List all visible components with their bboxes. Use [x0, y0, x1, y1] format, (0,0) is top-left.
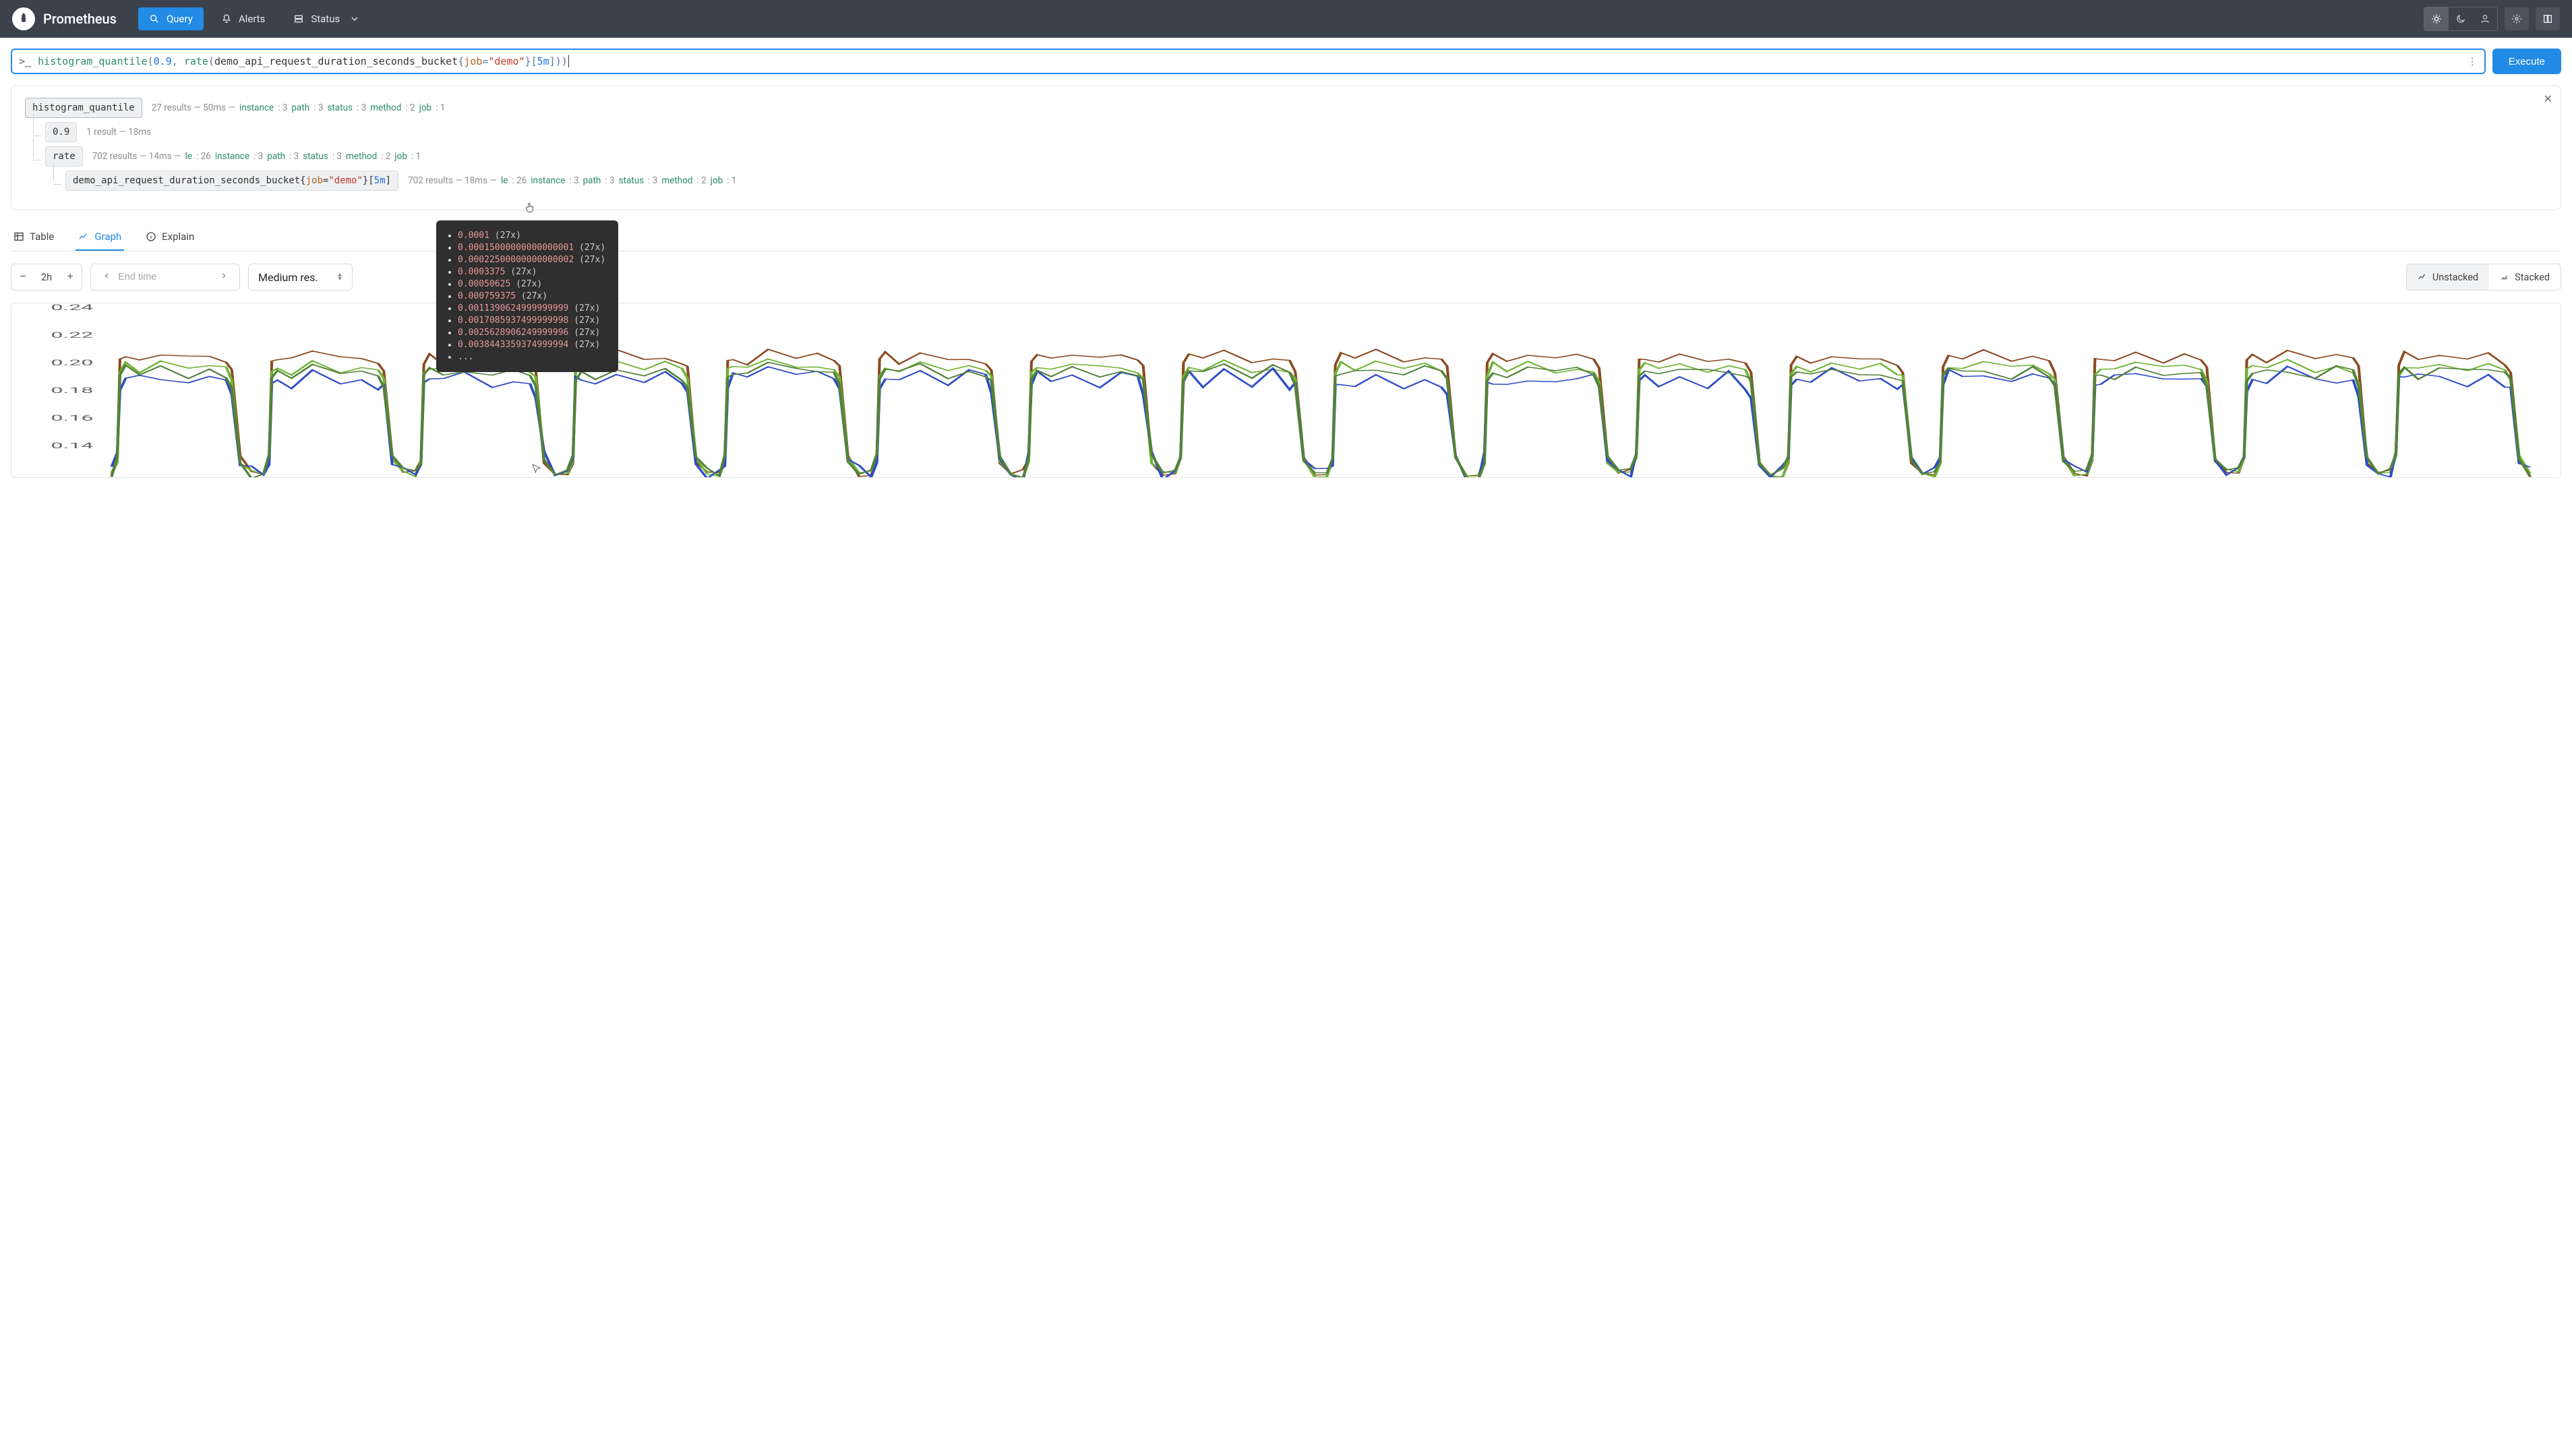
label-values-tooltip: 0.0001 (27x)0.00015000000000000001 (27x)… — [436, 220, 618, 372]
range-value: 2h — [34, 272, 59, 283]
select-caret-icon: ▲▼ — [337, 273, 343, 281]
server-icon — [293, 13, 304, 24]
resolution-select[interactable]: Medium res. ▲▼ — [248, 264, 353, 291]
prompt-icon: >_ — [19, 55, 31, 67]
nav-alerts-label: Alerts — [239, 13, 266, 25]
theme-light[interactable] — [2424, 7, 2449, 30]
node-chip[interactable]: histogram_quantile — [25, 98, 142, 118]
chevron-right-icon — [220, 272, 228, 280]
app-name: Prometheus — [43, 11, 117, 27]
bell-icon — [221, 13, 232, 24]
book-icon — [2542, 13, 2553, 24]
query-tree: ✕ histogram_quantile 27 results — 50ms —… — [11, 85, 2561, 210]
svg-text:0.24: 0.24 — [51, 303, 94, 312]
node-chip[interactable]: demo_api_request_duration_seconds_bucket… — [65, 171, 398, 191]
nav-status[interactable]: Status — [282, 7, 371, 30]
node-meta: 27 results — 50ms — instance: 3 path: 3 … — [152, 102, 446, 113]
theme-dark[interactable] — [2449, 7, 2473, 30]
chart: 0.14 0.16 0.18 0.20 0.22 0.24 — [11, 303, 2561, 478]
end-time-prev-button[interactable] — [95, 264, 118, 290]
end-time-next-button[interactable] — [212, 264, 235, 290]
node-chip[interactable]: 0.9 — [45, 122, 77, 142]
content: >_ histogram_quantile(0.9, rate(demo_api… — [0, 38, 2572, 489]
theme-auto[interactable] — [2473, 7, 2497, 30]
tree-node-root: histogram_quantile 27 results — 50ms — i… — [25, 98, 2547, 118]
node-meta: 1 result — 18ms — [86, 127, 151, 138]
svg-text:0.22: 0.22 — [51, 330, 93, 340]
gear-icon — [2511, 13, 2522, 24]
tree-node-leaf: demo_api_request_duration_seconds_bucket… — [65, 171, 2547, 191]
nav-query[interactable]: Query — [138, 7, 204, 30]
query-text: histogram_quantile(0.9, rate(demo_api_re… — [38, 55, 575, 67]
docs-button[interactable] — [2536, 7, 2560, 30]
node-chip[interactable]: rate — [45, 146, 83, 166]
topbar: Prometheus Query Alerts Status — [0, 0, 2572, 38]
range-increase-button[interactable]: + — [59, 264, 82, 290]
logo-group: Prometheus — [12, 7, 117, 30]
chevron-down-icon — [349, 13, 360, 24]
svg-text:0.16: 0.16 — [51, 413, 93, 423]
node-meta: 702 results — 14ms — le: 26 instance: 3 … — [92, 151, 421, 162]
moon-icon — [2455, 13, 2466, 24]
chevron-left-icon — [102, 272, 111, 280]
range-decrease-button[interactable]: − — [11, 264, 34, 290]
close-tree-button[interactable]: ✕ — [2544, 92, 2552, 105]
info-icon — [146, 231, 156, 242]
query-menu-button[interactable]: ⋮ — [2468, 55, 2478, 67]
query-input[interactable]: >_ histogram_quantile(0.9, rate(demo_api… — [11, 49, 2486, 74]
view-tabs: Table Graph Explain — [11, 224, 2561, 251]
node-meta: 702 results — 18ms — le: 26 instance: 3 … — [408, 175, 736, 186]
chart-canvas: 0.14 0.16 0.18 0.20 0.22 0.24 — [11, 303, 2561, 477]
graph-icon — [78, 231, 89, 242]
table-icon — [13, 231, 24, 242]
primary-nav: Query Alerts Status — [138, 7, 371, 30]
tab-table[interactable]: Table — [11, 224, 57, 251]
tree-node: 0.9 1 result — 18ms — [45, 122, 2547, 142]
tab-label: Table — [30, 231, 54, 243]
prometheus-logo-icon — [12, 7, 35, 30]
nav-alerts[interactable]: Alerts — [210, 7, 276, 30]
execute-button[interactable]: Execute — [2492, 49, 2561, 74]
stack-toggle: Unstacked Stacked — [2406, 264, 2561, 291]
user-icon — [2480, 13, 2490, 24]
svg-text:0.20: 0.20 — [51, 358, 93, 367]
hand-cursor-icon — [524, 202, 536, 214]
tab-label: Explain — [162, 231, 194, 243]
tab-graph[interactable]: Graph — [76, 224, 124, 251]
end-time-input[interactable] — [118, 272, 212, 282]
resolution-label: Medium res. — [258, 271, 318, 284]
theme-toggle — [2424, 7, 2498, 31]
unstacked-button[interactable]: Unstacked — [2407, 264, 2489, 290]
stacked-button[interactable]: Stacked — [2489, 264, 2561, 290]
query-row: >_ histogram_quantile(0.9, rate(demo_api… — [11, 49, 2561, 74]
nav-query-label: Query — [167, 13, 193, 25]
settings-button[interactable] — [2505, 7, 2529, 30]
graph-controls: − 2h + Medium res. ▲▼ Unstacked Stacked — [11, 264, 2561, 291]
seg-label: Unstacked — [2432, 272, 2478, 283]
seg-label: Stacked — [2515, 272, 2550, 283]
end-time-picker — [90, 264, 240, 291]
sun-icon — [2431, 13, 2442, 24]
range-stepper: − 2h + — [11, 264, 82, 291]
tree-node: rate 702 results — 14ms — le: 26 instanc… — [45, 146, 2547, 166]
nav-status-label: Status — [311, 13, 340, 25]
svg-text:0.18: 0.18 — [51, 386, 93, 395]
line-chart-icon — [2418, 272, 2427, 282]
search-icon — [149, 13, 160, 24]
area-chart-icon — [2500, 272, 2509, 282]
topbar-right — [2424, 7, 2560, 31]
tab-explain[interactable]: Explain — [143, 224, 197, 251]
svg-text:0.14: 0.14 — [51, 441, 94, 450]
tab-label: Graph — [94, 231, 121, 243]
